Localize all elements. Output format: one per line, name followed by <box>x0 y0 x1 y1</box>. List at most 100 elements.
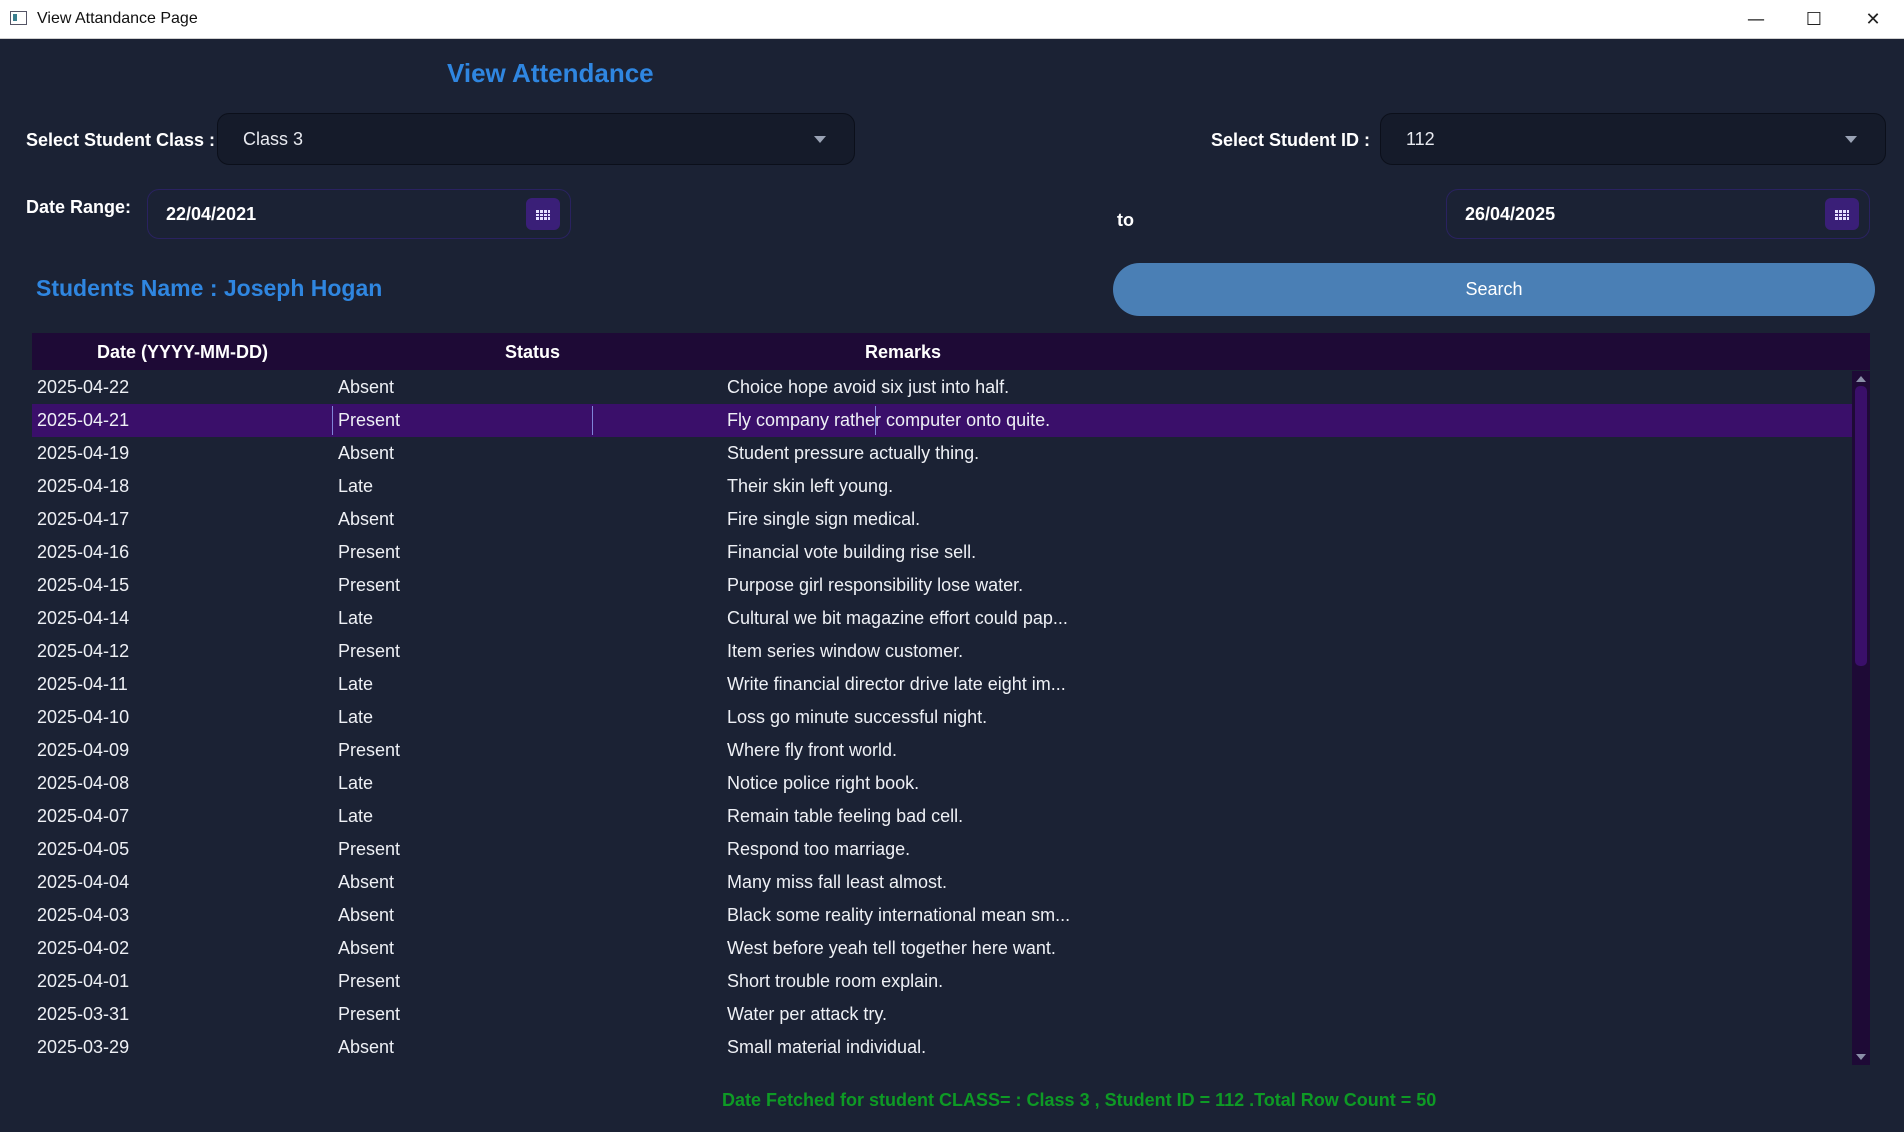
cell-remarks: Black some reality international mean sm… <box>727 905 1071 925</box>
cell-status: Late <box>338 707 374 727</box>
cell-status: Present <box>338 740 401 760</box>
table-row[interactable]: 2025-04-17 Absent Fire single sign medical… <box>32 503 1852 536</box>
column-header-remarks[interactable]: Remarks <box>865 342 941 363</box>
cell-status: Present <box>338 1004 401 1024</box>
student-id-label: Select Student ID : <box>1211 130 1371 150</box>
chevron-down-icon <box>814 136 826 143</box>
cell-status: Absent <box>338 443 395 463</box>
cell-divider <box>592 406 593 435</box>
table-row[interactable]: 2025-04-14 Late Cultural we bit magazine e… <box>32 602 1852 635</box>
cell-status: Absent <box>338 1037 395 1057</box>
cell-remarks: Fire single sign medical. <box>727 509 921 529</box>
table-row[interactable]: 2025-04-11 Late Write financial director d… <box>32 668 1852 701</box>
table-row[interactable]: 2025-04-05 Present Respond too marriage. <box>32 833 1852 866</box>
cell-status: Present <box>338 641 401 661</box>
table-row[interactable]: 2025-04-18 Late Their skin left young. <box>32 470 1852 503</box>
attendance-table: Date (YYYY-MM-DD) Status Remarks 2025-04… <box>32 333 1870 1065</box>
search-button[interactable]: Search <box>1113 263 1875 316</box>
cell-date: 2025-04-22 <box>37 377 130 397</box>
date-to-calendar-button[interactable] <box>1825 198 1859 230</box>
table-row[interactable]: 2025-04-09 Present Where fly front world. <box>32 734 1852 767</box>
date-range-label: Date Range: <box>26 197 132 217</box>
date-from-value: 22/04/2021 <box>166 204 257 224</box>
cell-date: 2025-03-29 <box>37 1037 130 1057</box>
cell-date: 2025-04-07 <box>37 806 130 826</box>
student-id-select[interactable]: 112 <box>1380 113 1886 165</box>
cell-date: 2025-04-01 <box>37 971 130 991</box>
cell-remarks: Many miss fall least almost. <box>727 872 948 892</box>
scroll-down-icon[interactable] <box>1856 1054 1866 1060</box>
cell-remarks: Water per attack try. <box>727 1004 888 1024</box>
cell-status: Absent <box>338 872 395 892</box>
close-button[interactable]: ✕ <box>1844 0 1902 38</box>
table-row[interactable]: 2025-04-10 Late Loss go minute successful … <box>32 701 1852 734</box>
minimize-button[interactable]: — <box>1727 0 1785 38</box>
cell-remarks: Respond too marriage. <box>727 839 911 859</box>
window-titlebar: View Attandance Page — ☐ ✕ <box>0 0 1904 39</box>
table-row[interactable]: 2025-03-31 Present Water per attack try. <box>32 998 1852 1031</box>
cell-date: 2025-04-05 <box>37 839 130 859</box>
cell-remarks: Notice police right book. <box>727 773 920 793</box>
table-row[interactable]: 2025-04-21 Present Fly company rather comp… <box>32 404 1852 437</box>
cell-status: Present <box>338 971 401 991</box>
cell-remarks: Item series window customer. <box>727 641 964 661</box>
table-row[interactable]: 2025-04-08 Late Notice police right book. <box>32 767 1852 800</box>
cell-date: 2025-04-17 <box>37 509 130 529</box>
table-row[interactable]: 2025-04-07 Late Remain table feeling bad c… <box>32 800 1852 833</box>
cell-remarks: Write financial director drive late eigh… <box>727 674 1066 694</box>
date-from-calendar-button[interactable] <box>526 198 560 230</box>
cell-status: Absent <box>338 938 395 958</box>
status-message: Date Fetched for student CLASS= : Class … <box>722 1090 1437 1110</box>
cell-divider <box>875 406 876 435</box>
date-to-value: 26/04/2025 <box>1465 204 1556 224</box>
cell-status: Present <box>338 410 401 430</box>
table-row[interactable]: 2025-04-19 Absent Student pressure actuall… <box>32 437 1852 470</box>
cell-date: 2025-04-12 <box>37 641 130 661</box>
scrollbar-thumb[interactable] <box>1855 386 1867 666</box>
calendar-icon <box>536 207 550 220</box>
table-row[interactable]: 2025-04-16 Present Financial vote building… <box>32 536 1852 569</box>
column-header-date[interactable]: Date (YYYY-MM-DD) <box>97 342 268 363</box>
class-select[interactable]: Class 3 <box>217 113 855 165</box>
cell-remarks: Financial vote building rise sell. <box>727 542 977 562</box>
cell-status: Late <box>338 476 374 496</box>
cell-remarks: Student pressure actually thing. <box>727 443 980 463</box>
cell-status: Absent <box>338 905 395 925</box>
cell-remarks: Loss go minute successful night. <box>727 707 988 727</box>
date-from-input[interactable]: 22/04/2021 <box>147 189 571 239</box>
cell-date: 2025-04-21 <box>37 410 130 430</box>
page-title: View Attendance <box>447 58 654 88</box>
cell-date: 2025-04-14 <box>37 608 130 628</box>
date-to-label: to <box>1117 210 1134 230</box>
table-body: 2025-04-22 Absent Choice hope avoid six ju… <box>32 371 1852 1064</box>
cell-date: 2025-04-03 <box>37 905 130 925</box>
cell-status: Present <box>338 839 401 859</box>
cell-status: Present <box>338 575 401 595</box>
cell-remarks: Short trouble room explain. <box>727 971 944 991</box>
date-to-input[interactable]: 26/04/2025 <box>1446 189 1870 239</box>
table-row[interactable]: 2025-04-02 Absent West before yeah tell to… <box>32 932 1852 965</box>
cell-date: 2025-04-19 <box>37 443 130 463</box>
calendar-icon <box>1835 207 1849 220</box>
cell-status: Late <box>338 773 374 793</box>
table-header: Date (YYYY-MM-DD) Status Remarks <box>32 333 1870 370</box>
column-header-status[interactable]: Status <box>505 342 560 363</box>
cell-status: Absent <box>338 377 395 397</box>
table-row[interactable]: 2025-04-12 Present Item series window cust… <box>32 635 1852 668</box>
table-row[interactable]: 2025-04-03 Absent Black some reality inter… <box>32 899 1852 932</box>
table-row[interactable]: 2025-04-15 Present Purpose girl responsibi… <box>32 569 1852 602</box>
cell-remarks: West before yeah tell together here want… <box>727 938 1056 958</box>
table-row[interactable]: 2025-04-22 Absent Choice hope avoid six ju… <box>32 371 1852 404</box>
table-scrollbar[interactable] <box>1852 371 1870 1065</box>
cell-date: 2025-03-31 <box>37 1004 130 1024</box>
student-name: Students Name : Joseph Hogan <box>36 275 383 301</box>
cell-date: 2025-04-09 <box>37 740 130 760</box>
maximize-button[interactable]: ☐ <box>1785 0 1843 38</box>
table-row[interactable]: 2025-04-01 Present Short trouble room expl… <box>32 965 1852 998</box>
table-row[interactable]: 2025-04-04 Absent Many miss fall least alm… <box>32 866 1852 899</box>
app-icon <box>10 11 27 25</box>
cell-remarks: Purpose girl responsibility lose water. <box>727 575 1024 595</box>
chevron-down-icon <box>1845 136 1857 143</box>
table-row[interactable]: 2025-03-29 Absent Small material individua… <box>32 1031 1852 1064</box>
scroll-up-icon[interactable] <box>1856 376 1866 382</box>
